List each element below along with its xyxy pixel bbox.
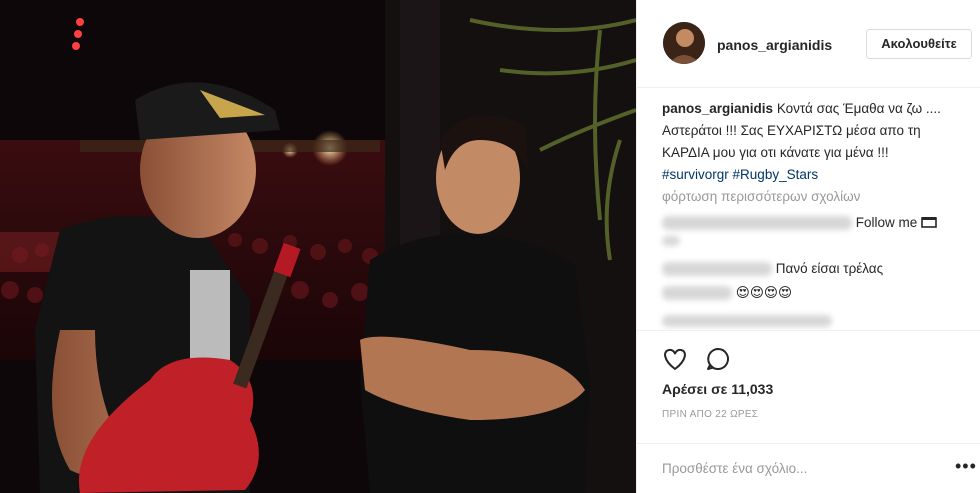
post-caption: panos_argianidis Κοντά σας Έμαθα να ζω .… bbox=[662, 98, 962, 186]
post-timestamp: ΠΡΙΝ ΑΠΟ 22 ΩΡΕΣ bbox=[662, 409, 759, 420]
avatar[interactable] bbox=[663, 22, 705, 64]
add-comment-area: Προσθέστε ένα σχόλιο... ••• bbox=[637, 443, 980, 491]
comment-text: Follow me bbox=[855, 215, 918, 230]
heart-icon[interactable] bbox=[661, 345, 689, 373]
blurred-username bbox=[662, 216, 852, 231]
comment-item: Πανό είσαι τρέλας bbox=[662, 260, 883, 278]
photo-image bbox=[0, 0, 636, 493]
username-link[interactable]: panos_argianidis bbox=[717, 37, 832, 53]
hashtag-link[interactable]: #Rugby_Stars bbox=[733, 167, 819, 182]
post-header: panos_argianidis Ακολουθείτε bbox=[637, 0, 980, 88]
likes-count[interactable]: Αρέσει σε 11,033 bbox=[662, 381, 773, 397]
comment-icon[interactable] bbox=[704, 345, 732, 373]
post-photo[interactable] bbox=[0, 0, 636, 493]
comment-text: 😍😍😍😍 bbox=[735, 285, 793, 300]
blurred-text bbox=[662, 236, 680, 247]
post-actions: Αρέσει σε 11,033 ΠΡΙΝ ΑΠΟ 22 ΩΡΕΣ Προσθέ… bbox=[637, 330, 980, 490]
add-comment-input[interactable]: Προσθέστε ένα σχόλιο... bbox=[662, 461, 807, 476]
more-options-icon[interactable]: ••• bbox=[955, 456, 977, 477]
load-more-comments[interactable]: φόρτωση περισσότερων σχολίων bbox=[662, 188, 860, 206]
blurred-username bbox=[662, 286, 732, 301]
post-panel: panos_argianidis Ακολουθείτε panos_argia… bbox=[636, 0, 980, 493]
hashtag-link[interactable]: #survivorgr bbox=[662, 167, 729, 182]
following-button[interactable]: Ακολουθείτε bbox=[866, 29, 972, 59]
blurred-username bbox=[662, 262, 772, 277]
blurred-comment bbox=[662, 315, 832, 328]
avatar-image bbox=[663, 22, 705, 64]
caption-username[interactable]: panos_argianidis bbox=[662, 101, 773, 116]
box-icon bbox=[921, 217, 937, 228]
comment-text: Πανό είσαι τρέλας bbox=[775, 261, 884, 276]
comment-item bbox=[662, 312, 832, 330]
comment-item: 😍😍😍😍 bbox=[662, 284, 792, 302]
comment-item: Follow me bbox=[662, 214, 937, 250]
